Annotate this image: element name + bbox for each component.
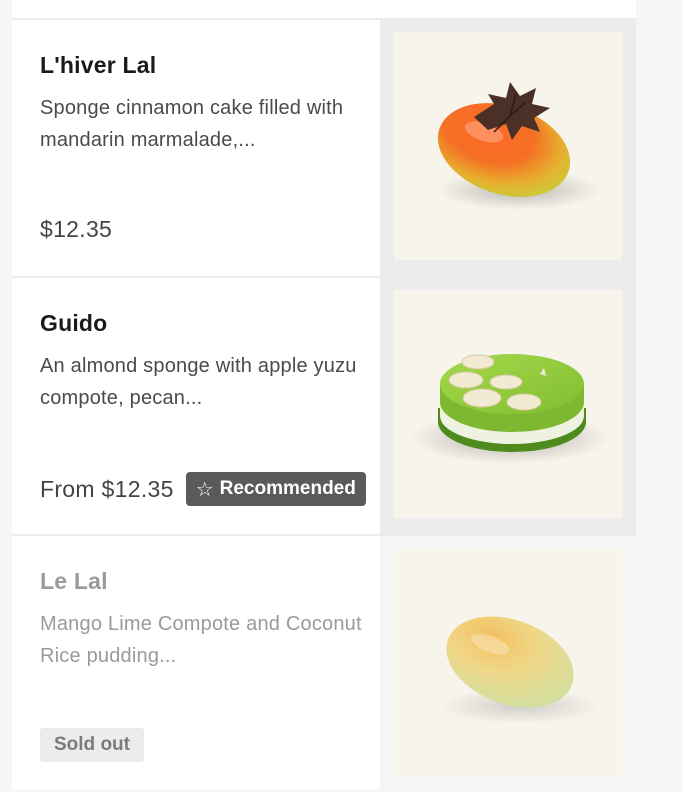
previous-item-edge xyxy=(12,0,636,20)
item-price: $12.35 xyxy=(40,216,113,242)
item-name: Guido xyxy=(40,310,108,336)
menu-item-guido[interactable]: Guido An almond sponge with apple yuzu c… xyxy=(12,278,636,536)
mango-cake-photo xyxy=(394,548,622,776)
mandarin-cake-photo xyxy=(394,32,622,260)
menu-item-le-lal[interactable]: Le Lal Mango Lime Compote and Coconut Ri… xyxy=(12,536,636,792)
item-description: Sponge cinnamon cake filled with mandari… xyxy=(40,97,344,151)
price-row: From $12.35 ☆ Recommended xyxy=(40,472,366,506)
green-round-cake-photo xyxy=(394,290,622,518)
item-price: From $12.35 xyxy=(40,475,174,502)
recommended-badge: ☆ Recommended xyxy=(185,472,366,506)
star-outline-icon: ☆ xyxy=(195,478,214,501)
item-description: Mango Lime Compote and Coconut Rice pudd… xyxy=(40,613,362,667)
item-name: Le Lal xyxy=(40,568,108,594)
badge-label: Recommended xyxy=(219,478,356,499)
menu-item-info[interactable]: Guido An almond sponge with apple yuzu c… xyxy=(40,278,380,534)
menu-item-info[interactable]: Le Lal Mango Lime Compote and Coconut Ri… xyxy=(40,536,380,792)
item-image-panel[interactable] xyxy=(380,278,636,534)
item-description: An almond sponge with apple yuzu compote… xyxy=(40,355,357,409)
menu-item-lhiver-lal[interactable]: L'hiver Lal Sponge cinnamon cake filled … xyxy=(12,20,636,278)
menu-item-list: L'hiver Lal Sponge cinnamon cake filled … xyxy=(12,0,636,792)
sold-out-badge: Sold out xyxy=(40,728,144,762)
item-name: L'hiver Lal xyxy=(40,52,157,78)
item-image-panel[interactable] xyxy=(380,20,636,276)
menu-item-info[interactable]: L'hiver Lal Sponge cinnamon cake filled … xyxy=(40,20,380,276)
item-image-panel[interactable] xyxy=(380,536,636,792)
